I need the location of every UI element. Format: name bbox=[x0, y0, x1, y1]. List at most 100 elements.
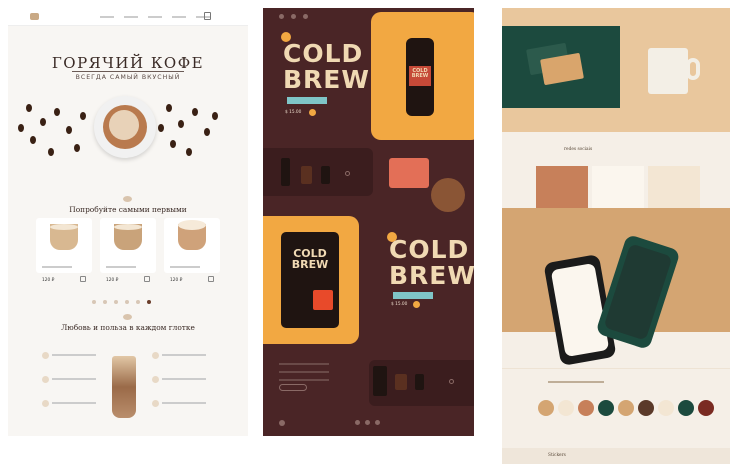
pagination-dot[interactable] bbox=[103, 300, 107, 304]
nav-link[interactable] bbox=[100, 16, 114, 18]
product-description bbox=[42, 266, 72, 268]
coffee-bean-decoration bbox=[26, 104, 32, 112]
contact-button[interactable] bbox=[279, 384, 307, 391]
product-description bbox=[106, 266, 136, 268]
product-card[interactable] bbox=[164, 218, 220, 273]
social-icon[interactable] bbox=[375, 420, 380, 425]
pagination-dot[interactable] bbox=[92, 300, 96, 304]
pagination-dot[interactable] bbox=[136, 300, 140, 304]
carousel-pagination bbox=[92, 300, 151, 304]
coffee-bean-decoration bbox=[74, 144, 80, 152]
hot-coffee-landing-page: ГОРЯЧИЙ КОФЕ ВСЕГДА САМЫЙ ВКУСНЫЙ Попроб… bbox=[8, 8, 248, 436]
nav-link[interactable] bbox=[148, 16, 162, 18]
social-icon[interactable] bbox=[279, 14, 284, 19]
benefit-text bbox=[162, 354, 206, 356]
product-price: 120 ₽ bbox=[170, 278, 183, 283]
benefit-icon bbox=[42, 352, 49, 359]
bottle-label: COLD BREW bbox=[409, 66, 431, 86]
social-icon[interactable] bbox=[355, 420, 360, 425]
promo-card[interactable] bbox=[389, 158, 429, 188]
product-thumbnail[interactable] bbox=[415, 374, 424, 390]
section-try-first-heading: Попробуйте самыми первыми bbox=[69, 205, 187, 214]
leaf-icon bbox=[123, 314, 132, 320]
coffee-bean-decoration bbox=[178, 120, 184, 128]
pagination-dot[interactable] bbox=[114, 300, 118, 304]
sticker-badge bbox=[678, 400, 694, 416]
product-thumbnail[interactable] bbox=[395, 374, 407, 390]
stickers-divider bbox=[502, 368, 730, 369]
product-card[interactable] bbox=[36, 218, 92, 273]
arrow-right-icon[interactable] bbox=[345, 171, 350, 176]
coffee-bean-decoration bbox=[54, 108, 60, 116]
footer-logo-icon bbox=[279, 420, 285, 426]
benefit-text bbox=[52, 378, 96, 380]
stickers-heading: Stickers bbox=[548, 453, 566, 458]
coffee-bean-decoration bbox=[204, 128, 210, 136]
sticker-badge bbox=[658, 400, 674, 416]
benefit-icon bbox=[152, 352, 159, 359]
coffee-bean-decoration bbox=[30, 136, 36, 144]
tin-label: COLD BREW bbox=[285, 248, 335, 282]
cold-brew-landing-page: COLD BREW COLD BREW $ 15.00 COLD BREW COLD… bbox=[263, 8, 474, 436]
social-section-heading: redes sociais bbox=[564, 147, 593, 152]
coffee-bean-decoration bbox=[48, 148, 54, 156]
product-price: 120 ₽ bbox=[106, 278, 119, 283]
social-icon[interactable] bbox=[291, 14, 296, 19]
second-price: $ 15.00 bbox=[391, 302, 408, 307]
nav-link[interactable] bbox=[124, 16, 138, 18]
coffee-bean-decoration bbox=[186, 148, 192, 156]
nav-links bbox=[100, 15, 210, 18]
sticker-badge bbox=[618, 400, 634, 416]
logo-icon[interactable] bbox=[30, 13, 39, 20]
benefit-icon bbox=[42, 376, 49, 383]
benefit-icon bbox=[42, 400, 49, 407]
pagination-dot-active[interactable] bbox=[147, 300, 151, 304]
hero-tag-pill bbox=[287, 97, 327, 104]
mug-handle bbox=[686, 58, 700, 80]
coffee-bean-decoration bbox=[40, 118, 46, 126]
benefit-text bbox=[162, 378, 206, 380]
leaf-icon bbox=[123, 196, 132, 202]
add-to-cart-icon[interactable] bbox=[309, 109, 316, 116]
product-thumbnail[interactable] bbox=[373, 366, 387, 396]
coffee-bean-decoration bbox=[192, 108, 198, 116]
sticker-badge bbox=[638, 400, 654, 416]
contact-text bbox=[279, 363, 329, 365]
benefit-icon bbox=[152, 400, 159, 407]
hero-title: ГОРЯЧИЙ КОФЕ bbox=[51, 54, 205, 72]
coffee-bean-decoration bbox=[80, 112, 86, 120]
nav-link[interactable] bbox=[172, 16, 186, 18]
latte-cup-image bbox=[94, 96, 156, 158]
product-price: 120 ₽ bbox=[42, 278, 55, 283]
social-icon[interactable] bbox=[365, 420, 370, 425]
stickers-section-bg bbox=[502, 448, 730, 464]
second-heading-line2: BREW bbox=[389, 261, 474, 290]
add-to-cart-icon[interactable] bbox=[413, 301, 420, 308]
coffee-bean-decoration bbox=[166, 104, 172, 112]
product-thumbnail[interactable] bbox=[321, 166, 330, 184]
benefit-icon bbox=[152, 376, 159, 383]
hero-heading-line1: COLD bbox=[283, 39, 364, 68]
coffee-bean-decoration bbox=[212, 112, 218, 120]
sticker-badge bbox=[598, 400, 614, 416]
product-thumbnail[interactable] bbox=[281, 158, 290, 186]
sticker-badge bbox=[578, 400, 594, 416]
coffee-bean-decoration bbox=[158, 124, 164, 132]
cart-icon[interactable] bbox=[144, 276, 150, 282]
benefit-text bbox=[52, 402, 96, 404]
product-card[interactable] bbox=[100, 218, 156, 273]
cart-icon[interactable] bbox=[80, 276, 86, 282]
arrow-right-icon[interactable] bbox=[449, 379, 454, 384]
cart-icon[interactable] bbox=[204, 12, 211, 20]
benefit-text bbox=[52, 354, 96, 356]
coffee-grounds-image bbox=[431, 178, 465, 212]
section-love-heading: Любовь и польза в каждом глотке bbox=[61, 323, 195, 332]
cart-icon[interactable] bbox=[208, 276, 214, 282]
iced-coffee-glass-image bbox=[112, 356, 136, 418]
sticker-badge bbox=[538, 400, 554, 416]
second-heading-line1: COLD bbox=[389, 235, 470, 264]
tin-label-line2: BREW bbox=[291, 258, 329, 271]
pagination-dot[interactable] bbox=[125, 300, 129, 304]
social-icon[interactable] bbox=[303, 14, 308, 19]
product-thumbnail[interactable] bbox=[301, 166, 312, 184]
